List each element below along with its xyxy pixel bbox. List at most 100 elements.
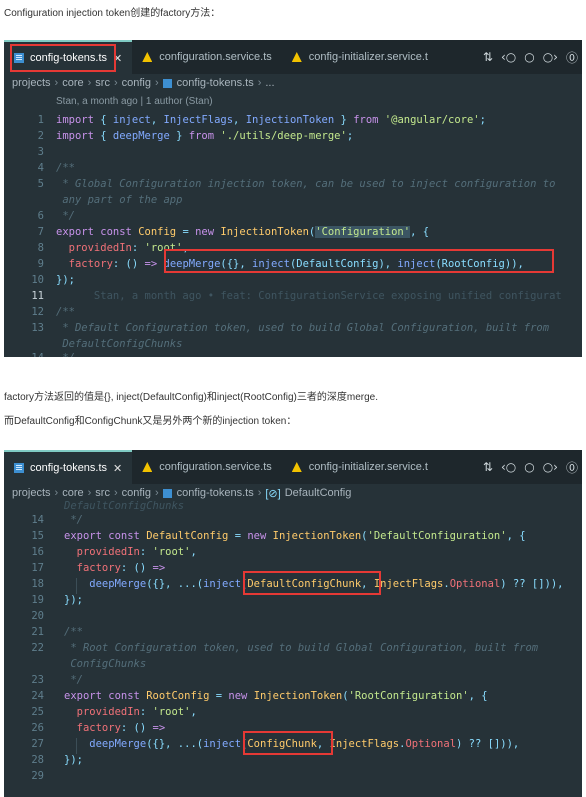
breadcrumb-item[interactable]: config-tokens.ts (177, 77, 254, 89)
typescript-file-icon (14, 463, 24, 473)
line-number: 14 (31, 514, 44, 526)
close-icon[interactable]: ✕ (113, 462, 122, 475)
breadcrumb-item[interactable]: projects (12, 77, 51, 89)
blame-inline: Stan, a month ago • feat: ConfigurationS… (56, 290, 562, 302)
line-number: 6 (37, 210, 44, 222)
more-icon[interactable]: ⓪ (566, 49, 578, 66)
breadcrumb-item[interactable]: src (95, 77, 110, 89)
code-line: export const RootConfig = new InjectionT… (64, 690, 488, 702)
code-comment: DefaultConfigChunks (64, 500, 185, 512)
dot-icon[interactable]: ○ (524, 50, 534, 64)
breadcrumb-item[interactable]: DefaultConfig (285, 487, 352, 499)
editor-actions: ⇅ ‹○ ○ ○› ⓪ (483, 450, 578, 484)
code-comment: */ (64, 674, 83, 686)
line-number: 9 (37, 258, 44, 270)
line-number: 8 (37, 242, 44, 254)
breadcrumb-item[interactable]: core (62, 77, 83, 89)
blame-header[interactable]: Stan, a month ago | 1 author (Stan) (56, 96, 213, 107)
line-number: 1 (37, 114, 44, 126)
code-comment: */ (64, 514, 83, 526)
line-number: 12 (31, 306, 44, 318)
explanation-text: factory方法返回的值是{}, inject(DefaultConfig)和… (4, 392, 378, 403)
editor-screenshot-2: config-tokens.ts ✕ configuration.service… (4, 450, 582, 797)
code-line: providedIn: 'root', (64, 546, 197, 558)
code-comment: */ (56, 210, 75, 222)
code-line: }); (64, 754, 83, 766)
code-line: }); (64, 594, 83, 606)
breadcrumb: projects › core › src › config › config-toke… (12, 77, 275, 89)
line-number: 29 (31, 770, 44, 782)
code-comment: * Root Configuration token, used to buil… (64, 642, 539, 654)
compare-icon[interactable]: ⇅ (483, 50, 493, 64)
tab-configuration-service[interactable]: configuration.service.ts (132, 450, 282, 484)
code-comment: * Global Configuration injection token, … (56, 178, 556, 190)
breadcrumb-item[interactable]: config (122, 77, 151, 89)
line-number: 13 (31, 322, 44, 334)
tab-config-initializer-service[interactable]: config-initializer.service.t (282, 40, 438, 74)
tab-config-tokens[interactable]: config-tokens.ts ✕ (4, 450, 133, 484)
go-forward-icon[interactable]: ○› (543, 460, 558, 474)
line-number: 10 (31, 274, 44, 286)
highlight-box-factory (164, 249, 554, 273)
line-number: 21 (31, 626, 44, 638)
go-back-icon[interactable]: ‹○ (501, 50, 516, 64)
typescript-file-icon (162, 488, 172, 498)
line-number: 14 (4, 352, 44, 357)
line-number: 3 (37, 146, 44, 158)
code-line: export const Config = new InjectionToken… (56, 226, 430, 238)
code-comment: */ (56, 352, 75, 357)
breadcrumb-item[interactable]: config-tokens.ts (177, 487, 254, 499)
go-forward-icon[interactable]: ○› (543, 50, 558, 64)
code-line: import { inject, InjectFlags, InjectionT… (56, 114, 486, 126)
line-number: 17 (31, 562, 44, 574)
line-number: 23 (31, 674, 44, 686)
code-line: factory: () => (64, 562, 166, 574)
highlight-box-default-config-chunk (243, 571, 381, 595)
intro-text: Configuration injection token创建的factory方… (4, 8, 221, 19)
breadcrumb-item[interactable]: core (62, 487, 83, 499)
line-number: 4 (37, 162, 44, 174)
line-number: 18 (31, 578, 44, 590)
tab-label: configuration.service.ts (159, 461, 272, 473)
line-number: 25 (31, 706, 44, 718)
line-number: 27 (31, 738, 44, 750)
highlight-box-tab (10, 44, 116, 72)
go-back-icon[interactable]: ‹○ (501, 460, 516, 474)
line-number: 11 (31, 290, 44, 302)
tab-label: configuration.service.ts (159, 51, 272, 63)
breadcrumb-item[interactable]: projects (12, 487, 51, 499)
tab-label: config-initializer.service.t (308, 51, 428, 63)
code-comment: /** (56, 162, 75, 174)
tab-configuration-service[interactable]: configuration.service.ts (132, 40, 282, 74)
angular-icon (142, 462, 153, 472)
dot-icon[interactable]: ○ (524, 460, 534, 474)
line-number: 5 (37, 178, 44, 190)
line-number: 2 (37, 130, 44, 142)
code-comment: DefaultConfigChunks (56, 338, 183, 350)
editor-actions: ⇅ ‹○ ○ ○› ⓪ (483, 40, 578, 74)
code-comment: /** (64, 626, 83, 638)
typescript-file-icon (162, 78, 172, 88)
breadcrumb-item[interactable]: ... (265, 77, 274, 89)
tab-config-initializer-service[interactable]: config-initializer.service.t (282, 450, 438, 484)
line-number: 26 (31, 722, 44, 734)
tab-label: config-tokens.ts (30, 462, 108, 474)
tab-label: config-initializer.service.t (308, 461, 428, 473)
explanation-text: 而DefaultConfig和ConfigChunk又是另外两个新的inject… (4, 416, 297, 427)
symbol-icon: [⊘] (265, 487, 281, 500)
angular-icon (291, 52, 302, 62)
code-line: providedIn: 'root', (64, 706, 197, 718)
compare-icon[interactable]: ⇅ (483, 460, 493, 474)
line-number: 28 (31, 754, 44, 766)
code-comment: /** (56, 306, 75, 318)
more-icon[interactable]: ⓪ (566, 459, 578, 476)
highlight-box-config-chunk (243, 731, 333, 755)
breadcrumb-item[interactable]: config (122, 487, 151, 499)
line-number: 19 (31, 594, 44, 606)
line-number: 22 (31, 642, 44, 654)
breadcrumb-item[interactable]: src (95, 487, 110, 499)
code-line: }); (56, 274, 75, 286)
code-line: import { deepMerge } from './utils/deep-… (56, 130, 354, 142)
editor-screenshot-1: config-tokens.ts ✕ configuration.service… (4, 40, 582, 357)
line-number: 7 (37, 226, 44, 238)
